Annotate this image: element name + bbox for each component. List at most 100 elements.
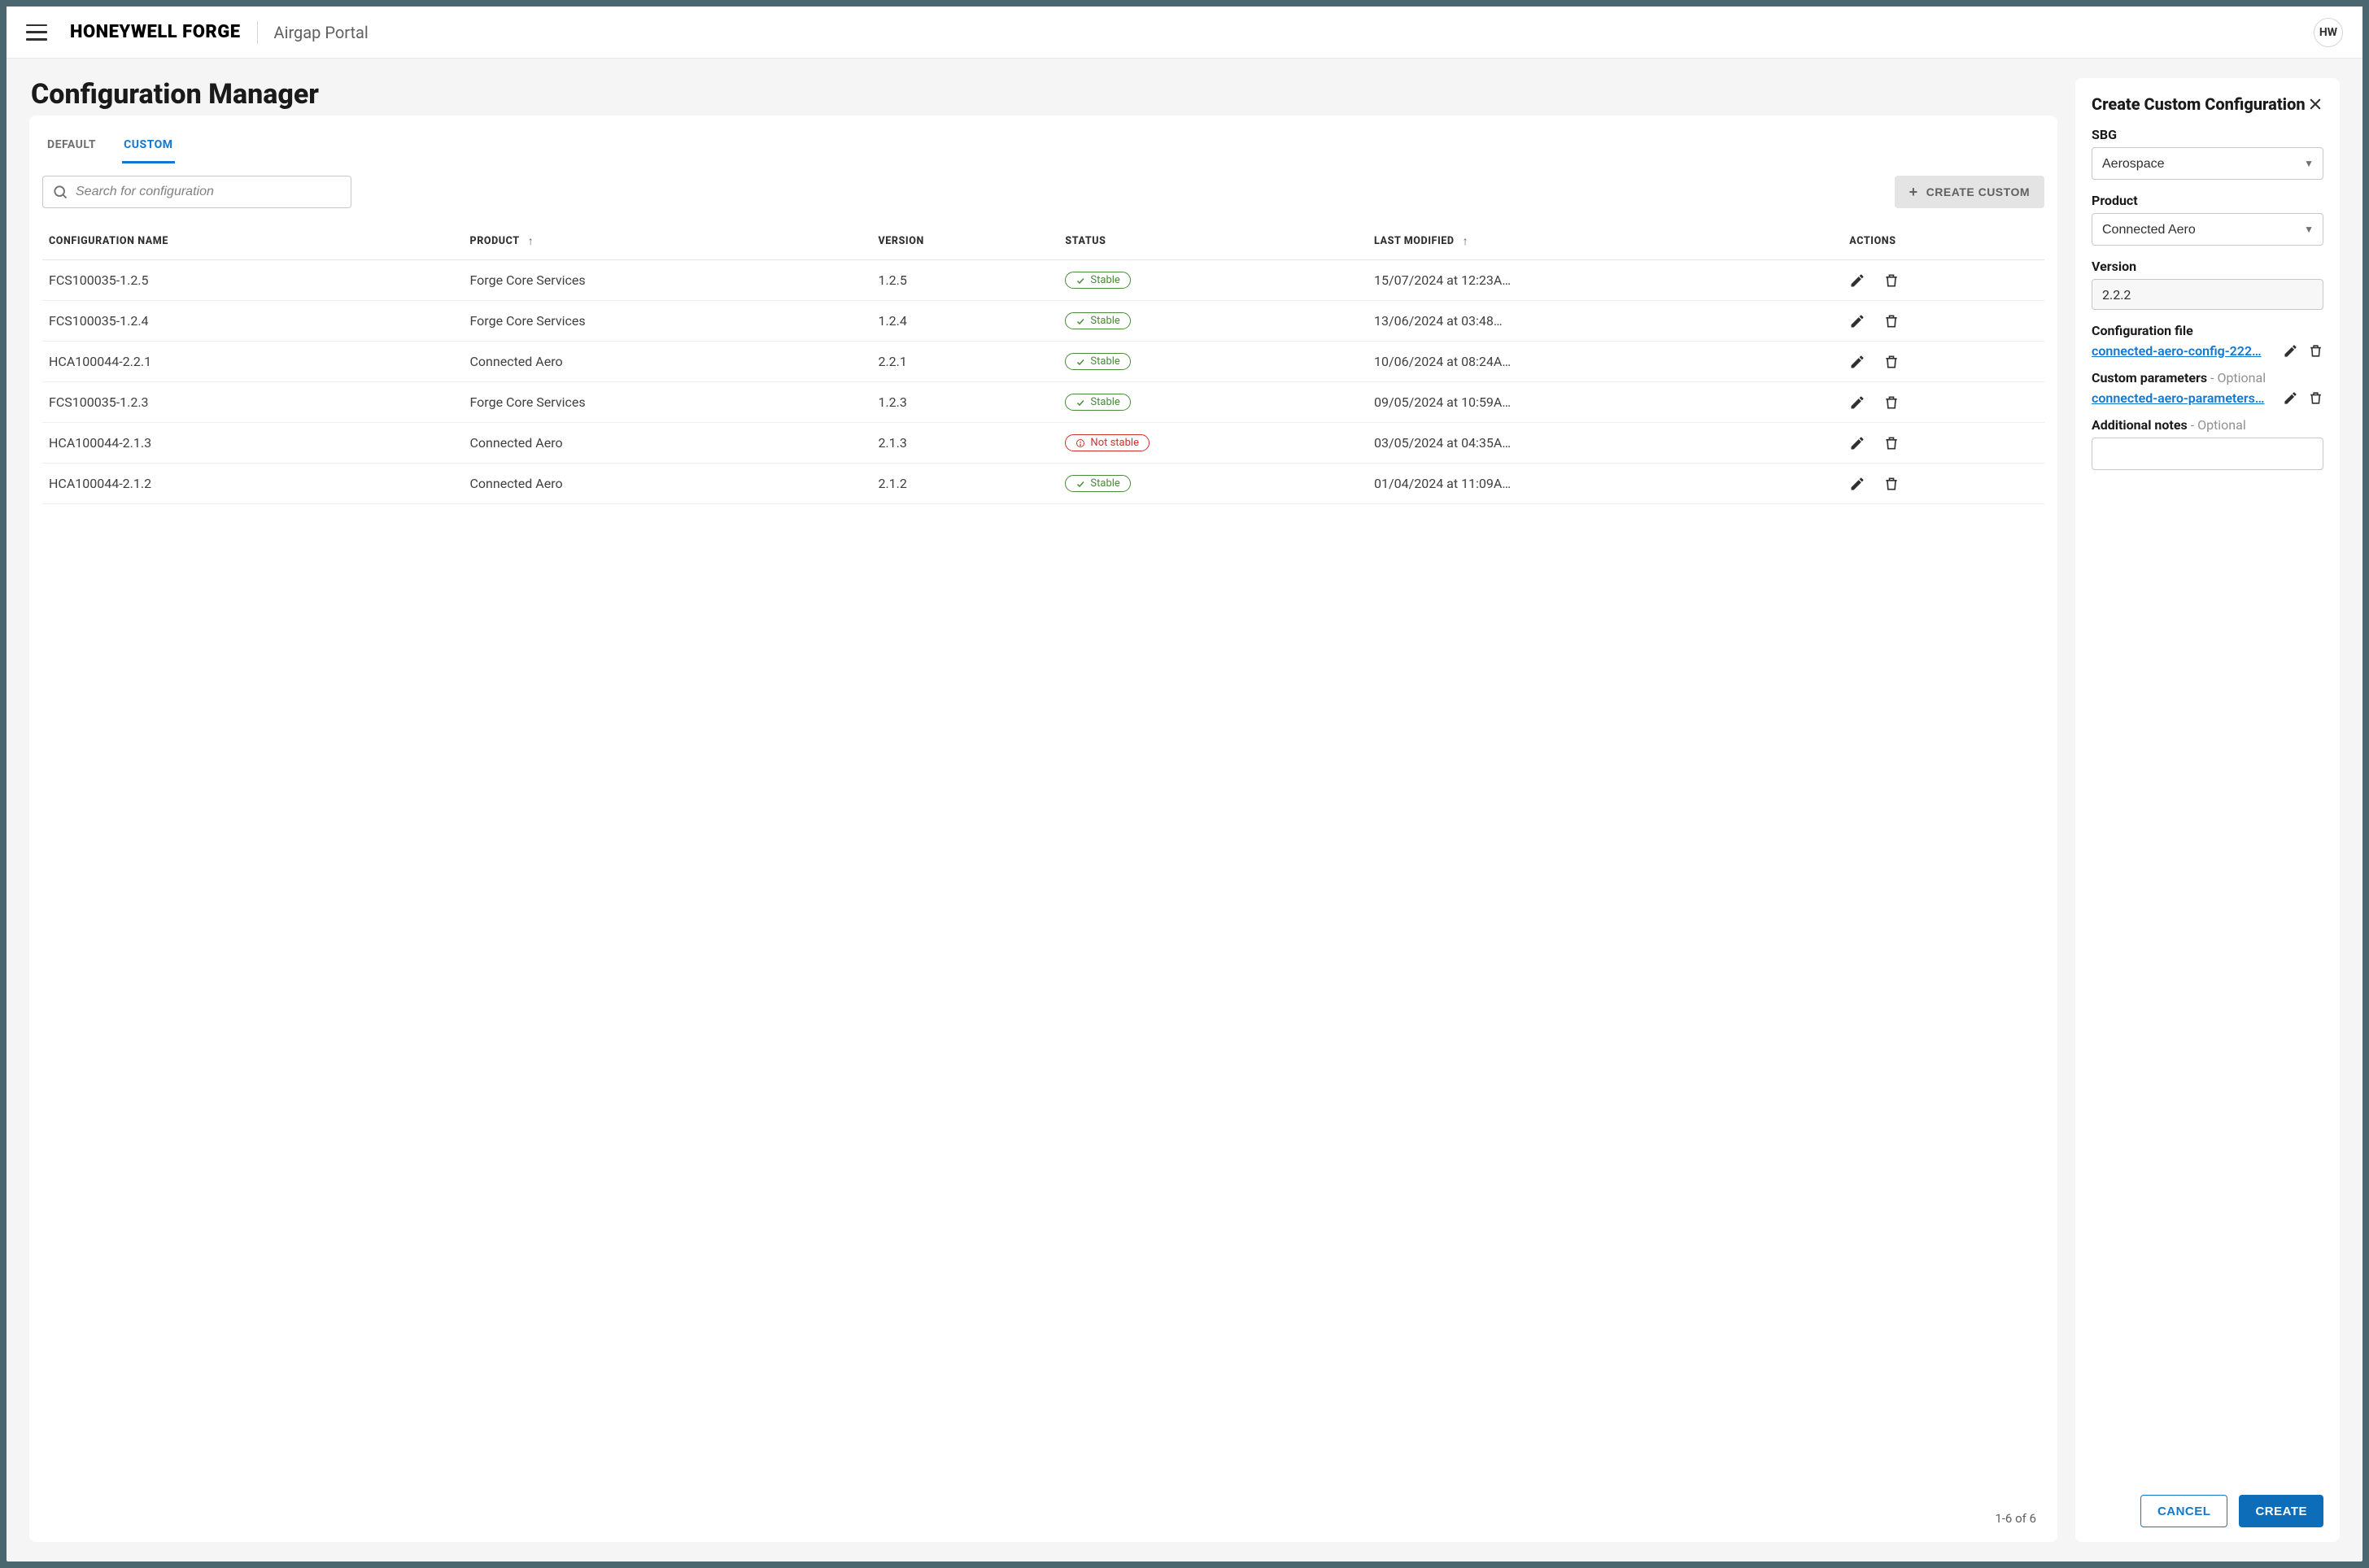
check-icon	[1075, 398, 1085, 407]
cell-product: Connected Aero	[464, 464, 872, 504]
close-icon[interactable]	[2307, 96, 2323, 112]
tabs: DEFAULT CUSTOM	[42, 132, 2044, 164]
search-input[interactable]	[42, 176, 351, 208]
pagination: 1-6 of 6	[42, 1496, 2044, 1529]
page-title: Configuration Manager	[29, 78, 2057, 111]
delete-icon[interactable]	[1883, 354, 1900, 370]
delete-icon[interactable]	[2308, 390, 2323, 406]
cancel-button[interactable]: CANCEL	[2140, 1495, 2228, 1527]
warn-icon	[1075, 438, 1085, 448]
table-row: HCA100044-2.1.3Connected Aero2.1.3 Not st…	[42, 423, 2044, 464]
cell-modified: 03/05/2024 at 04:35A…	[1368, 423, 1843, 464]
config-table: CONFIGURATION NAME PRODUCT↑ VERSION STAT…	[42, 223, 2044, 504]
cell-status: Stable	[1058, 464, 1368, 504]
edit-icon[interactable]	[1849, 354, 1865, 370]
cell-modified: 01/04/2024 at 11:09A…	[1368, 464, 1843, 504]
edit-icon[interactable]	[1849, 476, 1865, 492]
plus-icon: +	[1909, 185, 1918, 199]
product-label: Product	[2092, 193, 2323, 208]
cell-version: 2.1.2	[871, 464, 1058, 504]
col-name[interactable]: CONFIGURATION NAME	[42, 223, 464, 260]
notes-field[interactable]	[2092, 438, 2323, 470]
custom-params-link[interactable]: connected-aero-parameters…	[2092, 390, 2273, 406]
cell-modified: 10/06/2024 at 08:24A…	[1368, 342, 1843, 382]
search-icon	[52, 184, 68, 200]
sort-arrow-icon: ↑	[1463, 234, 1469, 248]
cell-status: Stable	[1058, 342, 1368, 382]
cell-version: 1.2.4	[871, 301, 1058, 342]
status-badge: Not stable	[1065, 434, 1150, 451]
table-row: FCS100035-1.2.5Forge Core Services1.2.5 S…	[42, 260, 2044, 301]
check-icon	[1075, 276, 1085, 285]
edit-icon[interactable]	[2283, 390, 2298, 406]
side-panel: Create Custom Configuration SBG Aerospac…	[2075, 78, 2340, 1542]
cell-version: 2.1.3	[871, 423, 1058, 464]
cell-status: Stable	[1058, 260, 1368, 301]
cell-modified: 15/07/2024 at 12:23A…	[1368, 260, 1843, 301]
cell-product: Forge Core Services	[464, 301, 872, 342]
version-label: Version	[2092, 259, 2323, 274]
create-custom-label: CREATE CUSTOM	[1926, 185, 2030, 198]
cell-version: 1.2.5	[871, 260, 1058, 301]
tab-default[interactable]: DEFAULT	[46, 132, 98, 163]
table-row: FCS100035-1.2.4Forge Core Services1.2.4 S…	[42, 301, 2044, 342]
cell-name: FCS100035-1.2.3	[42, 382, 464, 423]
delete-icon[interactable]	[1883, 272, 1900, 289]
status-badge: Stable	[1065, 272, 1130, 289]
menu-icon[interactable]	[26, 24, 47, 41]
status-badge: Stable	[1065, 394, 1130, 411]
cell-name: FCS100035-1.2.4	[42, 301, 464, 342]
delete-icon[interactable]	[1883, 313, 1900, 329]
sort-arrow-icon: ↑	[528, 234, 534, 248]
edit-icon[interactable]	[2283, 343, 2298, 359]
cell-modified: 09/05/2024 at 10:59A…	[1368, 382, 1843, 423]
custom-params-label: Custom parameters - Optional	[2092, 370, 2323, 385]
cell-product: Forge Core Services	[464, 382, 872, 423]
panel-title: Create Custom Configuration	[2092, 94, 2306, 114]
edit-icon[interactable]	[1849, 272, 1865, 289]
cell-modified: 13/06/2024 at 03:48…	[1368, 301, 1843, 342]
sbg-select[interactable]: Aerospace	[2092, 147, 2323, 180]
edit-icon[interactable]	[1849, 394, 1865, 411]
tab-custom[interactable]: CUSTOM	[122, 132, 174, 163]
product-select[interactable]: Connected Aero	[2092, 213, 2323, 246]
version-field[interactable]: 2.2.2	[2092, 279, 2323, 310]
cell-product: Forge Core Services	[464, 260, 872, 301]
delete-icon[interactable]	[1883, 435, 1900, 451]
delete-icon[interactable]	[2308, 343, 2323, 359]
brand-divider	[257, 21, 258, 44]
brand-sub: Airgap Portal	[274, 23, 369, 42]
check-icon	[1075, 357, 1085, 367]
table-row: HCA100044-2.1.2Connected Aero2.1.2Stable…	[42, 464, 2044, 504]
config-file-label: Configuration file	[2092, 323, 2323, 338]
create-custom-button[interactable]: + CREATE CUSTOM	[1895, 176, 2044, 208]
col-modified[interactable]: LAST MODIFIED↑	[1368, 223, 1843, 260]
col-actions: ACTIONS	[1843, 223, 2044, 260]
check-icon	[1075, 316, 1085, 326]
notes-label: Additional notes - Optional	[2092, 417, 2323, 433]
avatar[interactable]: HW	[2314, 18, 2343, 47]
status-badge: Stable	[1065, 312, 1130, 329]
status-badge: Stable	[1065, 353, 1130, 370]
col-version[interactable]: VERSION	[871, 223, 1058, 260]
edit-icon[interactable]	[1849, 313, 1865, 329]
cell-status: Stable	[1058, 301, 1368, 342]
col-product[interactable]: PRODUCT↑	[464, 223, 872, 260]
cell-status: Stable	[1058, 382, 1368, 423]
col-status[interactable]: STATUS	[1058, 223, 1368, 260]
delete-icon[interactable]	[1883, 476, 1900, 492]
cell-name: FCS100035-1.2.5	[42, 260, 464, 301]
delete-icon[interactable]	[1883, 394, 1900, 411]
brand: HONEYWELL FORGE	[70, 22, 241, 42]
main-card: DEFAULT CUSTOM + CREATE CUSTOM	[29, 115, 2057, 1542]
edit-icon[interactable]	[1849, 435, 1865, 451]
cell-name: HCA100044-2.2.1	[42, 342, 464, 382]
cell-status: Not stable	[1058, 423, 1368, 464]
cell-product: Connected Aero	[464, 423, 872, 464]
create-button[interactable]: CREATE	[2239, 1495, 2323, 1527]
cell-name: HCA100044-2.1.3	[42, 423, 464, 464]
search-wrap	[42, 176, 351, 208]
config-file-link[interactable]: connected-aero-config-222…	[2092, 343, 2273, 359]
cell-product: Connected Aero	[464, 342, 872, 382]
table-row: FCS100035-1.2.3Forge Core Services1.2.3S…	[42, 382, 2044, 423]
